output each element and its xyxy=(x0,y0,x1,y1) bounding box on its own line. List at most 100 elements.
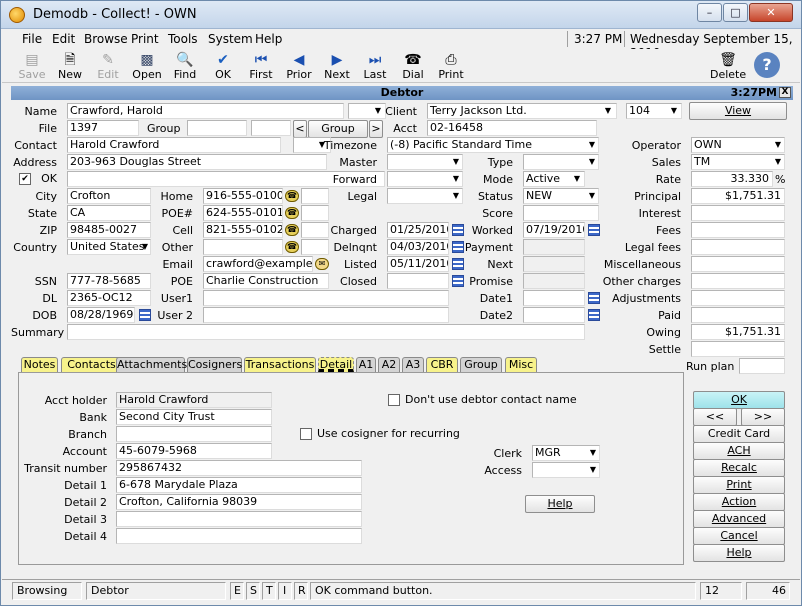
menu-system[interactable]: System xyxy=(208,32,253,46)
prior-button[interactable]: ◀ Prior xyxy=(281,51,317,82)
dl-field[interactable]: 2365-OC12 xyxy=(67,290,151,306)
bank-field[interactable]: Second City Trust xyxy=(116,409,272,425)
calendar-icon[interactable] xyxy=(588,224,600,236)
tab-a3[interactable]: A3 xyxy=(402,357,424,372)
tab-attachments[interactable]: Attachments xyxy=(116,357,187,372)
menu-browse[interactable]: Browse xyxy=(84,32,128,46)
phone-icon[interactable]: ☎ xyxy=(285,224,299,236)
menu-print[interactable]: Print xyxy=(131,32,159,46)
ssn-field[interactable]: 777-78-5685 xyxy=(67,273,151,289)
last-button[interactable]: ⏭ Last xyxy=(357,51,393,82)
help-button[interactable]: ? xyxy=(750,51,784,82)
next-record-button[interactable]: >> xyxy=(741,408,785,426)
address-field[interactable]: 203-963 Douglas Street xyxy=(67,154,327,170)
home-phone-field[interactable]: 916-555-0100 xyxy=(203,188,283,204)
credit-card-button[interactable]: Credit Card xyxy=(693,425,785,443)
branch-field[interactable] xyxy=(116,426,272,442)
adjustments-field[interactable] xyxy=(691,290,785,306)
tab-cosigners[interactable]: Cosigners xyxy=(187,357,242,372)
city-field[interactable]: Crofton xyxy=(67,188,151,204)
dob-field[interactable]: 08/28/1969 xyxy=(67,307,135,323)
zip-field[interactable]: 98485-0027 xyxy=(67,222,151,238)
other-phone-field[interactable] xyxy=(203,239,283,255)
dial-button[interactable]: ☎ Dial xyxy=(395,51,431,82)
edit-button[interactable]: ✎ Edit xyxy=(90,51,126,82)
user1-field[interactable] xyxy=(203,290,449,306)
menu-file[interactable]: File xyxy=(22,32,42,46)
recalc-button[interactable]: Recalc xyxy=(693,459,785,477)
closed-field[interactable] xyxy=(387,273,449,289)
phone-icon[interactable]: ☎ xyxy=(285,207,299,219)
legal-fees-field[interactable] xyxy=(691,239,785,255)
delnqnt-field[interactable]: 04/03/2010 xyxy=(387,239,449,255)
interest-field[interactable] xyxy=(691,205,785,221)
rate-field[interactable]: 33.330 xyxy=(691,171,773,187)
summary-field[interactable] xyxy=(67,324,585,340)
cell-phone-field[interactable]: 821-555-0102 xyxy=(203,222,283,238)
tab-a1[interactable]: A1 xyxy=(356,357,376,372)
maximize-button[interactable]: □ xyxy=(723,3,748,22)
detail4-field[interactable] xyxy=(116,528,362,544)
close-window-button[interactable]: ✕ xyxy=(749,3,793,22)
acct-field[interactable]: 02-16458 xyxy=(427,120,597,136)
principal-field[interactable]: $1,751.31 xyxy=(691,188,785,204)
first-button[interactable]: ⏮ First xyxy=(243,51,279,82)
phone-icon[interactable]: ☎ xyxy=(285,241,299,253)
owing-field[interactable]: $1,751.31 xyxy=(691,324,785,340)
worked-field[interactable]: 07/19/2010 xyxy=(523,222,585,238)
poe-ext-field[interactable] xyxy=(301,205,329,221)
name-field[interactable]: Crawford, Harold xyxy=(67,103,344,119)
find-button[interactable]: 🔍 Find xyxy=(167,51,203,82)
prev-record-button[interactable]: << xyxy=(693,408,737,426)
save-button[interactable]: ▤ Save xyxy=(14,51,50,82)
ok-button[interactable]: ✔ OK xyxy=(205,51,241,82)
open-button[interactable]: ▩ Open xyxy=(129,51,165,82)
print-button[interactable]: ⎙ Print xyxy=(433,51,469,82)
next-button[interactable]: ▶ Next xyxy=(319,51,355,82)
listed-field[interactable]: 05/11/2010 xyxy=(387,256,449,272)
view-button[interactable]: View xyxy=(689,102,787,120)
tab-group[interactable]: Group xyxy=(460,357,502,372)
charged-field[interactable]: 01/25/2010 xyxy=(387,222,449,238)
tab-a2[interactable]: A2 xyxy=(378,357,400,372)
other-charges-field[interactable] xyxy=(691,273,785,289)
transit-field[interactable]: 295867432 xyxy=(116,460,362,476)
tab-contacts[interactable]: Contacts xyxy=(61,357,122,372)
file-field[interactable]: 1397 xyxy=(67,120,139,136)
detail2-field[interactable]: Crofton, California 98039 xyxy=(116,494,362,510)
delete-button[interactable]: 🗑 Delete xyxy=(710,51,746,82)
timezone-dropdown[interactable]: (-8) Pacific Standard Time xyxy=(387,137,599,153)
dont-use-contact-checkbox[interactable] xyxy=(388,394,400,406)
use-cosigner-checkbox[interactable] xyxy=(300,428,312,440)
client-dropdown[interactable]: Terry Jackson Ltd. xyxy=(427,103,617,119)
tab-cbr[interactable]: CBR xyxy=(426,357,458,372)
account-field[interactable]: 45-6079-5968 xyxy=(116,443,272,459)
run-plan-field[interactable] xyxy=(739,358,785,374)
help-side-button[interactable]: Help xyxy=(693,544,785,562)
ok-side-button[interactable]: OK xyxy=(693,391,785,409)
menu-tools[interactable]: Tools xyxy=(168,32,198,46)
fees-field[interactable] xyxy=(691,222,785,238)
contact-field[interactable]: Harold Crawford xyxy=(67,137,281,153)
detail-help-button[interactable]: Help xyxy=(525,495,595,513)
ach-button[interactable]: ACH xyxy=(693,442,785,460)
settle-field[interactable] xyxy=(691,341,785,357)
state-field[interactable]: CA xyxy=(67,205,151,221)
form-close-button[interactable]: X xyxy=(779,87,791,98)
calendar-icon[interactable] xyxy=(139,309,151,321)
tab-transactions[interactable]: Transactions xyxy=(244,357,316,372)
paid-field[interactable] xyxy=(691,307,785,323)
action-button[interactable]: Action xyxy=(693,493,785,511)
tab-notes[interactable]: Notes xyxy=(21,357,58,372)
group-field[interactable] xyxy=(187,120,247,136)
print-side-button[interactable]: Print xyxy=(693,476,785,494)
tab-detail[interactable]: Detail xyxy=(318,357,354,372)
poe-phone-field[interactable]: 624-555-0101 xyxy=(203,205,283,221)
advanced-button[interactable]: Advanced xyxy=(693,510,785,528)
minimize-button[interactable]: – xyxy=(697,3,722,22)
group-code-field[interactable] xyxy=(251,120,291,136)
tab-misc[interactable]: Misc xyxy=(505,357,537,372)
group-prev-button[interactable]: < xyxy=(293,120,307,138)
email-field[interactable]: crawford@example.ca xyxy=(203,256,313,272)
new-button[interactable]: 🗎 New xyxy=(52,51,88,82)
